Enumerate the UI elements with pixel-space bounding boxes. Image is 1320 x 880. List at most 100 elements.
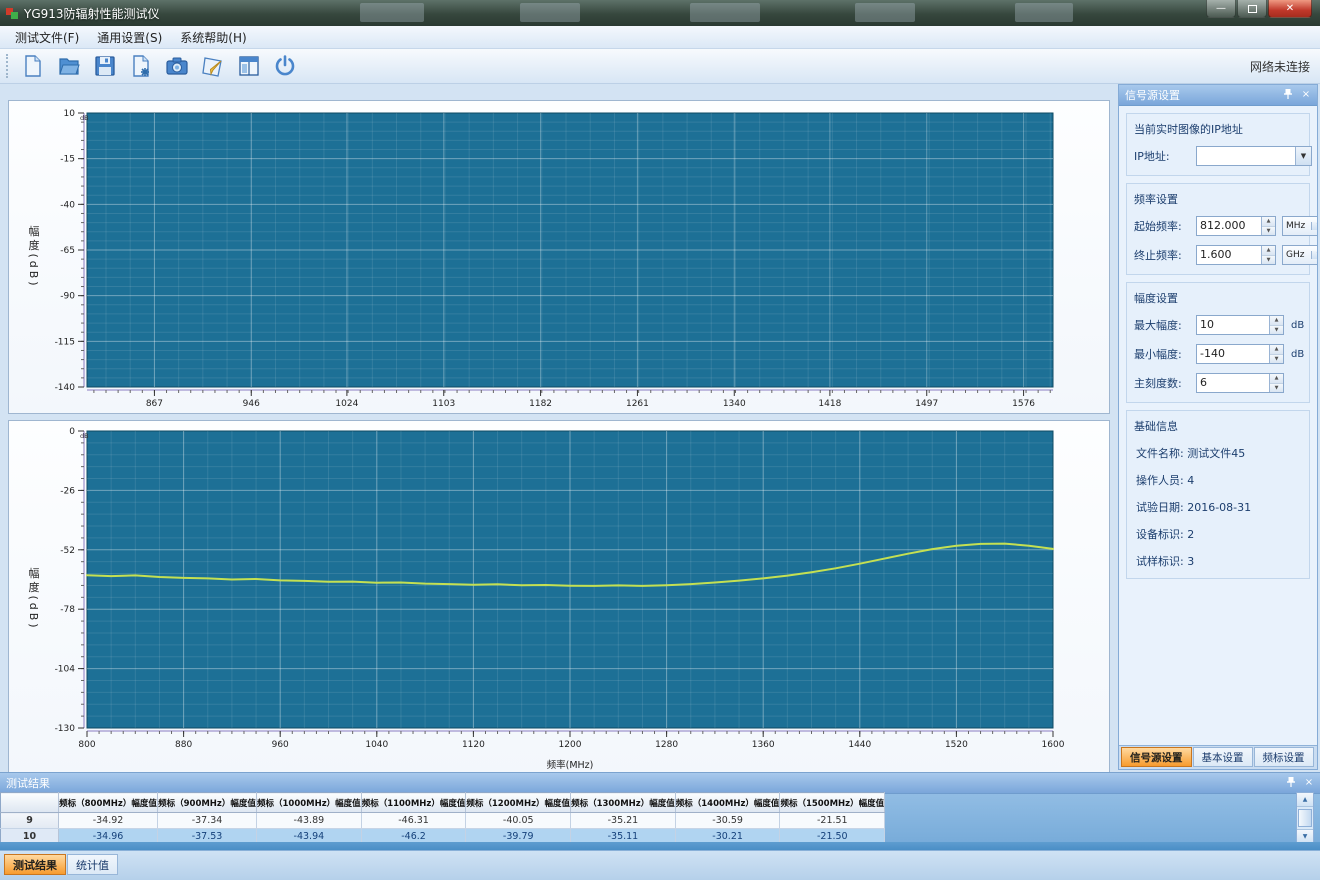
- minimize-button[interactable]: —: [1206, 0, 1236, 18]
- unit-dropdown-arrow-icon[interactable]: ▼: [1311, 222, 1317, 230]
- upper-chart-plot[interactable]: 8679461024110311821261134014181497157610…: [9, 101, 1109, 413]
- start-freq-input[interactable]: [1197, 217, 1261, 233]
- spin-down-icon[interactable]: ▼: [1270, 355, 1283, 364]
- min-amp-input[interactable]: [1197, 345, 1269, 361]
- lower-chart-plot[interactable]: 8008809601040112012001280136014401520160…: [9, 421, 1109, 776]
- svg-text:1200: 1200: [559, 740, 582, 750]
- cell[interactable]: -30.59: [675, 813, 780, 829]
- tab-marker-settings[interactable]: 频标设置: [1254, 747, 1314, 767]
- export-file-button[interactable]: [125, 52, 157, 80]
- cell[interactable]: -43.89: [257, 813, 362, 829]
- bottom-tab-strip: 测试结果 统计值: [0, 850, 1320, 880]
- cell[interactable]: -37.34: [158, 813, 257, 829]
- cell[interactable]: -34.92: [59, 813, 158, 829]
- svg-text:10: 10: [64, 109, 76, 119]
- svg-text:1497: 1497: [915, 399, 938, 409]
- max-amp-input[interactable]: [1197, 316, 1269, 332]
- ip-address-combobox[interactable]: [1197, 147, 1295, 163]
- svg-text:946: 946: [243, 399, 260, 409]
- save-floppy-icon: [93, 54, 117, 78]
- window-layout-icon: [237, 54, 261, 78]
- spin-up-icon[interactable]: ▲: [1270, 316, 1283, 326]
- major-ticks-spinner: ▲▼: [1269, 374, 1283, 392]
- signal-dock-title: 信号源设置: [1125, 87, 1180, 103]
- svg-text:1103: 1103: [432, 399, 455, 409]
- stop-freq-input[interactable]: [1197, 246, 1261, 262]
- lower-chart-panel: 8008809601040112012001280136014401520160…: [8, 420, 1110, 777]
- upper-chart-panel: 8679461024110311821261134014181497157610…: [8, 100, 1110, 414]
- stop-freq-unit: GHz: [1283, 250, 1311, 260]
- window-layout-button[interactable]: [233, 52, 265, 80]
- ip-dropdown-arrow-icon[interactable]: ▼: [1295, 147, 1311, 165]
- tab-basic-settings[interactable]: 基本设置: [1193, 747, 1253, 767]
- svg-text:-15: -15: [60, 155, 75, 165]
- pin-icon[interactable]: [1284, 775, 1298, 789]
- menu-general-settings[interactable]: 通用设置(S): [88, 27, 171, 48]
- ip-label: IP地址:: [1134, 148, 1196, 164]
- stop-freq-unit-select[interactable]: GHz ▼: [1282, 245, 1317, 265]
- spin-down-icon[interactable]: ▼: [1270, 384, 1283, 393]
- svg-text:1120: 1120: [462, 740, 485, 750]
- spin-up-icon[interactable]: ▲: [1262, 217, 1275, 227]
- save-button[interactable]: [89, 52, 121, 80]
- open-file-button[interactable]: [53, 52, 85, 80]
- tab-statistics[interactable]: 统计值: [67, 854, 118, 875]
- scroll-up-icon[interactable]: ▲: [1297, 793, 1313, 807]
- ip-section: 当前实时图像的IP地址 IP地址: ▼: [1126, 113, 1310, 176]
- column-header: 频标（1500MHz）幅度值: [780, 793, 885, 813]
- major-ticks-label: 主刻度数:: [1134, 375, 1196, 391]
- svg-text:1040: 1040: [365, 740, 388, 750]
- scroll-down-icon[interactable]: ▼: [1297, 829, 1313, 843]
- major-ticks-input[interactable]: [1197, 374, 1269, 390]
- svg-text:1280: 1280: [655, 740, 678, 750]
- column-header: 频标（1100MHz）幅度值: [361, 793, 466, 813]
- spin-up-icon[interactable]: ▲: [1270, 345, 1283, 355]
- svg-text:1600: 1600: [1042, 740, 1065, 750]
- background-window-fragment: [1015, 3, 1073, 22]
- toolbar: 网络未连接: [0, 49, 1320, 84]
- power-button[interactable]: [269, 52, 301, 80]
- results-vertical-scrollbar[interactable]: ▲ ▼: [1296, 792, 1314, 844]
- min-amp-unit: dB: [1291, 349, 1304, 360]
- spin-down-icon[interactable]: ▼: [1270, 326, 1283, 335]
- spin-up-icon[interactable]: ▲: [1270, 374, 1283, 384]
- spin-down-icon[interactable]: ▼: [1262, 256, 1275, 265]
- menu-system-help[interactable]: 系统帮助(H): [171, 27, 255, 48]
- svg-text:-65: -65: [60, 246, 75, 256]
- close-icon[interactable]: ×: [1299, 87, 1313, 101]
- tab-signal-source-settings[interactable]: 信号源设置: [1121, 747, 1192, 767]
- stop-freq-label: 终止频率:: [1134, 247, 1196, 263]
- basic-info-list: 文件名称: 测试文件45操作人员: 4试验日期: 2016-08-31设备标识:…: [1134, 445, 1302, 569]
- frequency-section: 频率设置 起始频率: ▲▼ MHz ▼ 终止频率:: [1126, 183, 1310, 275]
- maximize-button[interactable]: [1237, 0, 1267, 18]
- spin-down-icon[interactable]: ▼: [1262, 227, 1275, 236]
- row-header[interactable]: 9: [1, 813, 59, 829]
- edit-report-button[interactable]: [197, 52, 229, 80]
- table-row[interactable]: 9-34.92-37.34-43.89-46.31-40.05-35.21-30…: [1, 813, 885, 829]
- cell[interactable]: -35.21: [571, 813, 676, 829]
- pin-icon[interactable]: [1281, 87, 1295, 101]
- start-freq-unit-select[interactable]: MHz ▼: [1282, 216, 1317, 236]
- spin-up-icon[interactable]: ▲: [1262, 246, 1275, 256]
- lower-chart-y-axis-label: 幅度(dB): [25, 567, 41, 630]
- cell[interactable]: -46.31: [361, 813, 466, 829]
- close-button[interactable]: ✕: [1268, 0, 1312, 18]
- network-status: 网络未连接: [1250, 58, 1310, 75]
- svg-text:-115: -115: [55, 337, 75, 347]
- tab-test-results[interactable]: 测试结果: [4, 854, 66, 875]
- svg-text:800: 800: [78, 740, 95, 750]
- edit-pencil-icon: [201, 54, 225, 78]
- unit-dropdown-arrow-icon[interactable]: ▼: [1311, 251, 1317, 259]
- menu-test-file[interactable]: 测试文件(F): [6, 27, 88, 48]
- max-amp-unit: dB: [1291, 320, 1304, 331]
- svg-text:1440: 1440: [848, 740, 871, 750]
- new-file-button[interactable]: [17, 52, 49, 80]
- app-logo-icon: [6, 7, 19, 20]
- scrollbar-thumb[interactable]: [1298, 809, 1312, 827]
- close-icon[interactable]: ×: [1302, 775, 1316, 789]
- svg-text:960: 960: [272, 740, 289, 750]
- cell[interactable]: -21.51: [780, 813, 885, 829]
- signal-dock-header: 信号源设置 ×: [1119, 85, 1317, 106]
- cell[interactable]: -40.05: [466, 813, 571, 829]
- screenshot-button[interactable]: [161, 52, 193, 80]
